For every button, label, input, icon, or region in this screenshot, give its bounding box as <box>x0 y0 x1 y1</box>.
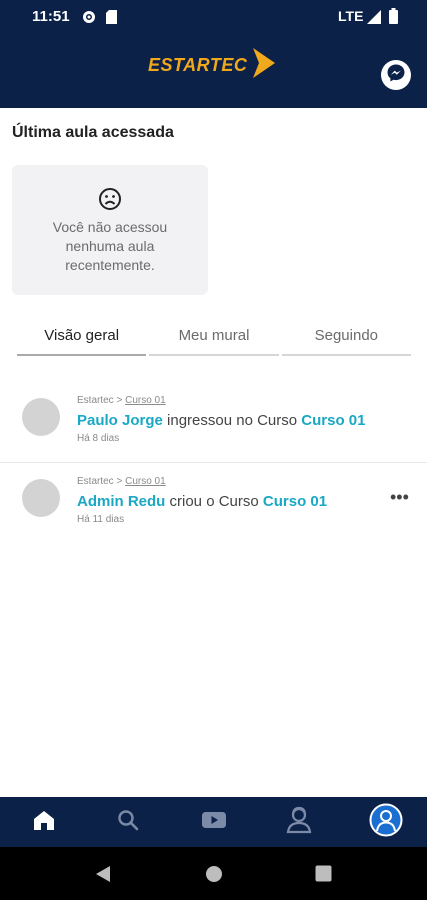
sd-card-icon <box>106 10 117 29</box>
more-options-button[interactable]: ••• <box>390 488 409 506</box>
battery-icon <box>389 8 398 29</box>
timestamp: Há 11 dias <box>77 514 125 525</box>
tab-visao-geral[interactable]: Visão geral <box>17 320 147 356</box>
last-lesson-empty-card: Você não acessou nenhuma aula recentemen… <box>12 165 208 295</box>
nav-profile[interactable] <box>364 797 408 847</box>
logo-text: ESTARTEC <box>148 54 248 75</box>
messenger-button[interactable] <box>381 60 411 90</box>
back-icon[interactable] <box>95 865 111 888</box>
profile-icon <box>369 803 403 842</box>
home-icon <box>33 809 55 836</box>
nav-video[interactable] <box>192 797 236 847</box>
recents-icon[interactable] <box>315 865 332 887</box>
feed-tabs: Visão geral Meu mural Seguindo <box>17 320 411 356</box>
signal-icon <box>367 10 381 29</box>
estartec-logo: ESTARTEC <box>148 46 277 85</box>
user-link[interactable]: Admin Redu <box>77 493 165 510</box>
tab-meu-mural[interactable]: Meu mural <box>149 320 279 356</box>
breadcrumb-root[interactable]: Estartec > <box>77 395 122 406</box>
feed-text: Admin Redu criou o Curso Curso 01 <box>77 493 327 510</box>
course-link[interactable]: Curso 01 <box>263 493 327 510</box>
settings-gear-icon <box>82 10 96 29</box>
messenger-icon <box>386 63 406 88</box>
logo-arrow-icon <box>249 46 277 85</box>
last-lesson-title: Última aula acessada <box>12 124 174 141</box>
system-navigation-bar <box>0 847 427 900</box>
bottom-nav <box>0 797 427 847</box>
empty-message: Você não acessou nenhuma aula recentemen… <box>52 219 168 273</box>
breadcrumb: Estartec > Curso 01 <box>77 476 166 487</box>
status-bar: 11:51 LTE <box>0 0 427 34</box>
tab-seguindo[interactable]: Seguindo <box>281 320 411 356</box>
avatar[interactable] <box>22 479 60 517</box>
nav-contacts[interactable] <box>277 797 321 847</box>
sad-face-icon <box>98 187 122 216</box>
search-icon <box>117 809 139 836</box>
nav-search[interactable] <box>106 797 150 847</box>
user-link[interactable]: Paulo Jorge <box>77 412 163 429</box>
home-circle-icon[interactable] <box>205 865 223 888</box>
course-link[interactable]: Curso 01 <box>301 412 365 429</box>
app-header: ESTARTEC <box>0 34 427 108</box>
network-type: LTE <box>338 8 364 24</box>
action-text: criou o Curso <box>169 493 259 510</box>
breadcrumb-course-link[interactable]: Curso 01 <box>125 476 166 487</box>
feed-text: Paulo Jorge ingressou no Curso Curso 01 <box>77 412 365 429</box>
nav-home[interactable] <box>22 797 66 847</box>
video-icon <box>202 811 226 834</box>
timestamp: Há 8 dias <box>77 433 120 444</box>
contacts-icon <box>286 806 312 839</box>
status-time: 11:51 <box>32 8 70 25</box>
breadcrumb-root[interactable]: Estartec > <box>77 476 122 487</box>
feed-item: Estartec > Curso 01 Admin Redu criou o C… <box>0 464 427 544</box>
avatar[interactable] <box>22 398 60 436</box>
breadcrumb: Estartec > Curso 01 <box>77 395 166 406</box>
breadcrumb-course-link[interactable]: Curso 01 <box>125 395 166 406</box>
feed-item: Estartec > Curso 01 Paulo Jorge ingresso… <box>0 383 427 463</box>
action-text: ingressou no Curso <box>167 412 298 429</box>
